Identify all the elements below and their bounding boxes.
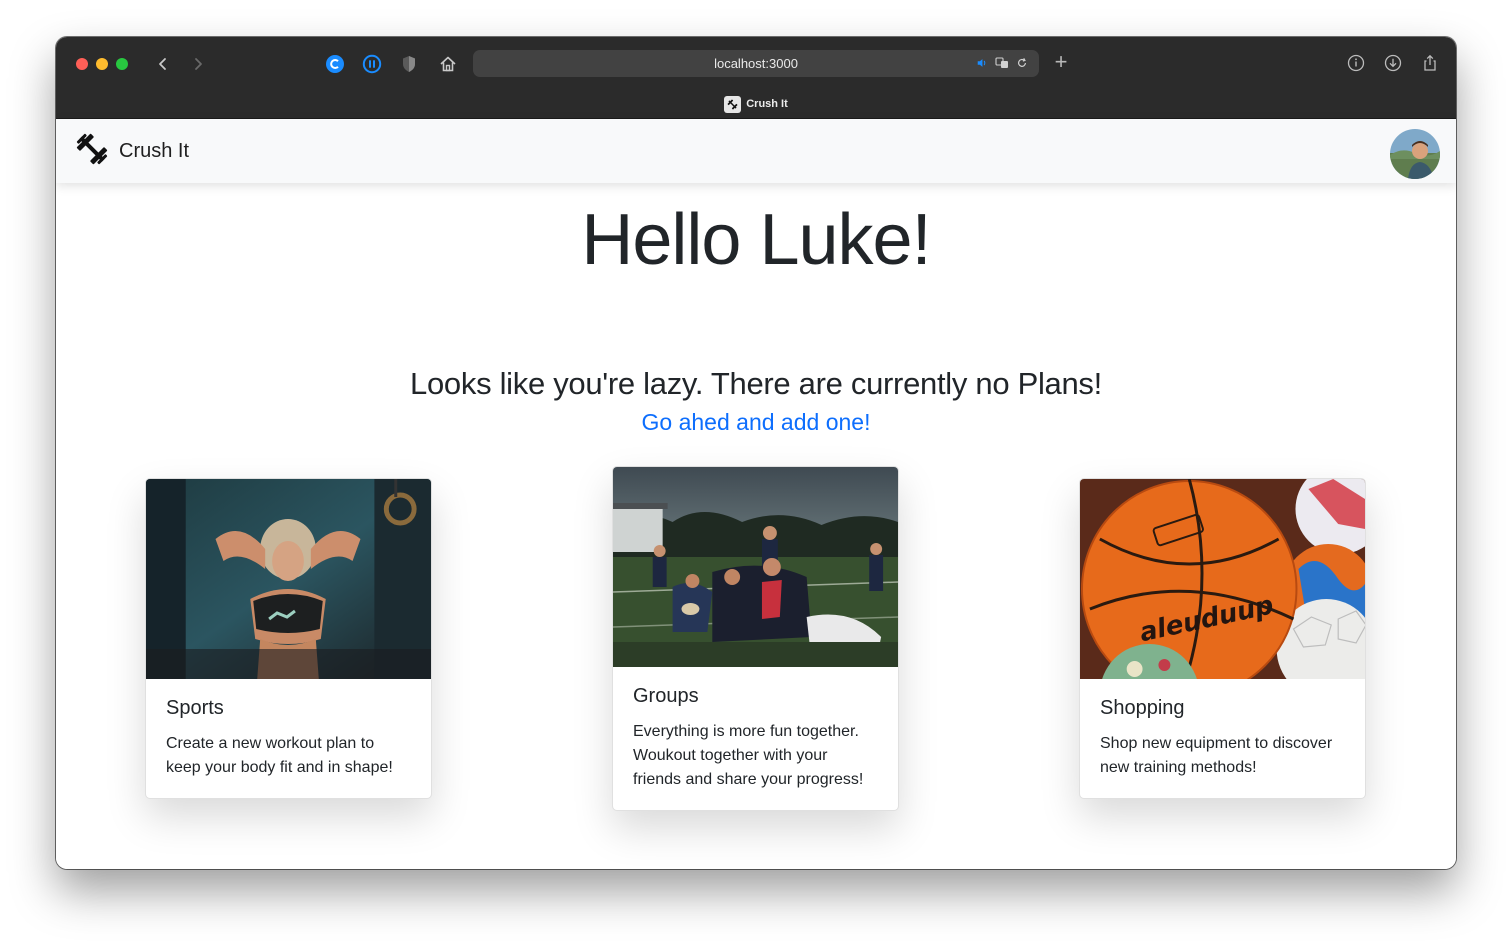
close-window-button[interactable] — [76, 58, 88, 70]
new-tab-button[interactable]: + — [1050, 51, 1072, 73]
add-plan-link[interactable]: Go ahed and add one! — [642, 409, 871, 435]
greeting-heading: Hello Luke! — [56, 199, 1456, 281]
share-button[interactable] — [1420, 53, 1440, 73]
extension-c-button[interactable] — [324, 53, 346, 75]
card-text: Create a new workout plan to keep your b… — [166, 735, 393, 776]
card-shopping[interactable]: aleuduup Shopping Shop new equipment to … — [1079, 478, 1366, 799]
share-icon — [1424, 54, 1436, 71]
active-tab[interactable]: Crush It — [56, 94, 1456, 114]
greeting-name: Luke! — [759, 200, 931, 280]
card-title: Sports — [166, 697, 224, 719]
minimize-window-button[interactable] — [96, 58, 108, 70]
tab-title: Crush It — [746, 98, 788, 110]
chevron-left-icon — [159, 58, 166, 70]
reload-icon[interactable] — [1015, 56, 1029, 70]
navbar: Crush It — [56, 119, 1456, 183]
forward-button[interactable] — [187, 53, 209, 75]
chevron-right-icon — [195, 58, 202, 70]
card-title: Groups — [633, 685, 699, 707]
user-avatar[interactable] — [1390, 129, 1440, 179]
card-groups[interactable]: Groups Everything is more fun together. … — [612, 466, 899, 811]
card-sports[interactable]: Sports Create a new workout plan to keep… — [145, 478, 432, 799]
home-icon — [440, 56, 456, 72]
brand-name: Crush It — [119, 140, 190, 162]
greeting-prefix: Hello — [581, 200, 760, 280]
shopping-image: aleuduup — [1080, 479, 1365, 679]
brand-link[interactable]: Crush It — [74, 131, 189, 172]
address-bar[interactable]: localhost:3000 — [473, 50, 1039, 77]
browser-window: localhost:3000 + Crush It Crush It Hello… — [56, 37, 1456, 869]
card-text: Shop new equipment to discover new train… — [1100, 735, 1333, 776]
back-button[interactable] — [152, 53, 174, 75]
downloads-button[interactable] — [1383, 53, 1403, 73]
speaker-icon[interactable] — [975, 56, 989, 70]
card-text: Everything is more fun together. Woukout… — [633, 723, 864, 788]
extension-pause-button[interactable] — [361, 53, 383, 75]
empty-plans-message: Looks like you're lazy. There are curren… — [410, 366, 1102, 401]
sports-image — [146, 479, 431, 679]
dumbbell-icon — [74, 131, 110, 172]
download-icon — [1384, 54, 1402, 72]
groups-image — [613, 467, 898, 667]
browser-toolbar: localhost:3000 + Crush It — [56, 37, 1456, 119]
url-text: localhost:3000 — [714, 56, 798, 71]
web-page: Crush It Hello Luke! Looks like you're l… — [56, 119, 1456, 869]
translate-icon[interactable] — [995, 56, 1009, 70]
privacy-shield-button[interactable] — [398, 53, 420, 75]
favicon-dumbbell-icon — [724, 95, 742, 113]
info-icon — [1347, 54, 1365, 72]
pause-circle-icon — [362, 54, 382, 74]
page-info-button[interactable] — [1346, 53, 1366, 73]
shield-icon — [403, 56, 415, 72]
fullscreen-window-button[interactable] — [116, 58, 128, 70]
card-title: Shopping — [1100, 697, 1185, 719]
extension-c-icon — [326, 55, 344, 73]
home-button[interactable] — [437, 53, 459, 75]
